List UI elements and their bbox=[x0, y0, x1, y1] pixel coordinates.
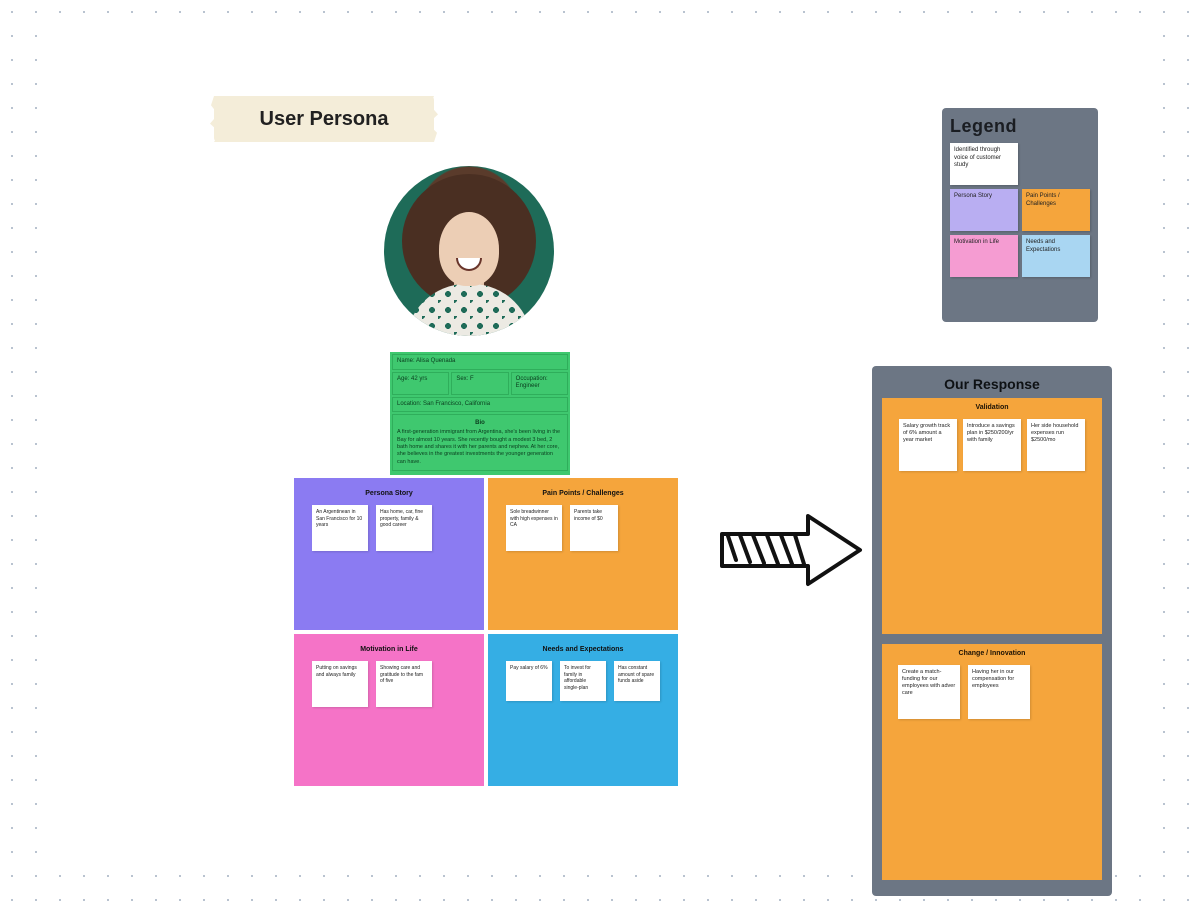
sticky-note[interactable]: Her side household expenses run $2500/mo bbox=[1027, 419, 1085, 471]
sticky-note[interactable]: Has home, car, fine property, family & g… bbox=[376, 505, 432, 551]
page-title-banner: User Persona bbox=[214, 96, 434, 142]
sticky-note[interactable]: Showing care and gratitude to the fam of… bbox=[376, 661, 432, 707]
sticky-note[interactable]: Create a match-funding for our employees… bbox=[898, 665, 960, 719]
sticky-note[interactable]: Putting on savings and always family bbox=[312, 661, 368, 707]
persona-location: Location: San Francisco, California bbox=[392, 397, 568, 413]
response-subtitle: Change / Innovation bbox=[888, 650, 1096, 657]
sticky-note[interactable]: Sole breadwinner with high expenses in C… bbox=[506, 505, 562, 551]
persona-bio: Bio A first-generation immigrant from Ar… bbox=[392, 414, 568, 471]
whiteboard-canvas[interactable]: User Persona Name: Alisa Quenada Age: 42… bbox=[44, 24, 1156, 872]
board-needs[interactable]: Needs and Expectations Pay salary of 6% … bbox=[488, 634, 678, 786]
persona-role: Occupation: Engineer bbox=[511, 372, 568, 395]
sticky-note[interactable]: Introduce a savings plan in $250/200/yr … bbox=[963, 419, 1021, 471]
page-title: User Persona bbox=[260, 108, 389, 131]
legend-swatch-pain-points[interactable]: Pain Points / Challenges bbox=[1022, 189, 1090, 231]
board-title: Pain Points / Challenges bbox=[496, 490, 670, 497]
sticky-note[interactable]: Having her in our compensation for emplo… bbox=[968, 665, 1030, 719]
sticky-note[interactable]: Salary growth track of 6% amount a year … bbox=[899, 419, 957, 471]
sticky-note[interactable]: An Argentinean in San Francisco for 10 y… bbox=[312, 505, 368, 551]
legend-swatch-persona-story[interactable]: Persona Story bbox=[950, 189, 1018, 231]
legend-swatch-needs[interactable]: Needs and Expectations bbox=[1022, 235, 1090, 277]
board-title: Needs and Expectations bbox=[496, 646, 670, 653]
legend-title: Legend bbox=[950, 116, 1090, 137]
legend-panel[interactable]: Legend Identified through voice of custo… bbox=[942, 108, 1098, 322]
persona-age: Age: 42 yrs bbox=[392, 372, 449, 395]
arrow-icon bbox=[716, 504, 866, 594]
response-board-validation[interactable]: Validation Salary growth track of 6% amo… bbox=[882, 398, 1102, 634]
persona-avatar bbox=[384, 166, 554, 336]
legend-swatch-motivation[interactable]: Motivation in Life bbox=[950, 235, 1018, 277]
response-board-innovation[interactable]: Change / Innovation Create a match-fundi… bbox=[882, 644, 1102, 880]
sticky-note[interactable]: Pay salary of 6% bbox=[506, 661, 552, 701]
legend-swatch-identified[interactable]: Identified through voice of customer stu… bbox=[950, 143, 1018, 185]
sticky-note[interactable]: Has constant amount of spare funds aside bbox=[614, 661, 660, 701]
board-title: Motivation in Life bbox=[302, 646, 476, 653]
board-pain-points[interactable]: Pain Points / Challenges Sole breadwinne… bbox=[488, 478, 678, 630]
persona-info-card[interactable]: Name: Alisa Quenada Age: 42 yrs Sex: F O… bbox=[390, 352, 570, 475]
response-panel[interactable]: Our Response Validation Salary growth tr… bbox=[872, 366, 1112, 896]
sticky-note[interactable]: To invest for family in affordable singl… bbox=[560, 661, 606, 701]
board-title: Persona Story bbox=[302, 490, 476, 497]
persona-bio-text: A first-generation immigrant from Argent… bbox=[397, 429, 560, 465]
persona-bio-heading: Bio bbox=[397, 419, 563, 427]
persona-name: Name: Alisa Quenada bbox=[392, 354, 568, 370]
response-subtitle: Validation bbox=[888, 404, 1096, 411]
board-persona-story[interactable]: Persona Story An Argentinean in San Fran… bbox=[294, 478, 484, 630]
sticky-note[interactable]: Parents take income of $0 bbox=[570, 505, 618, 551]
board-motivation[interactable]: Motivation in Life Putting on savings an… bbox=[294, 634, 484, 786]
response-title: Our Response bbox=[882, 376, 1102, 392]
persona-sex: Sex: F bbox=[451, 372, 508, 395]
